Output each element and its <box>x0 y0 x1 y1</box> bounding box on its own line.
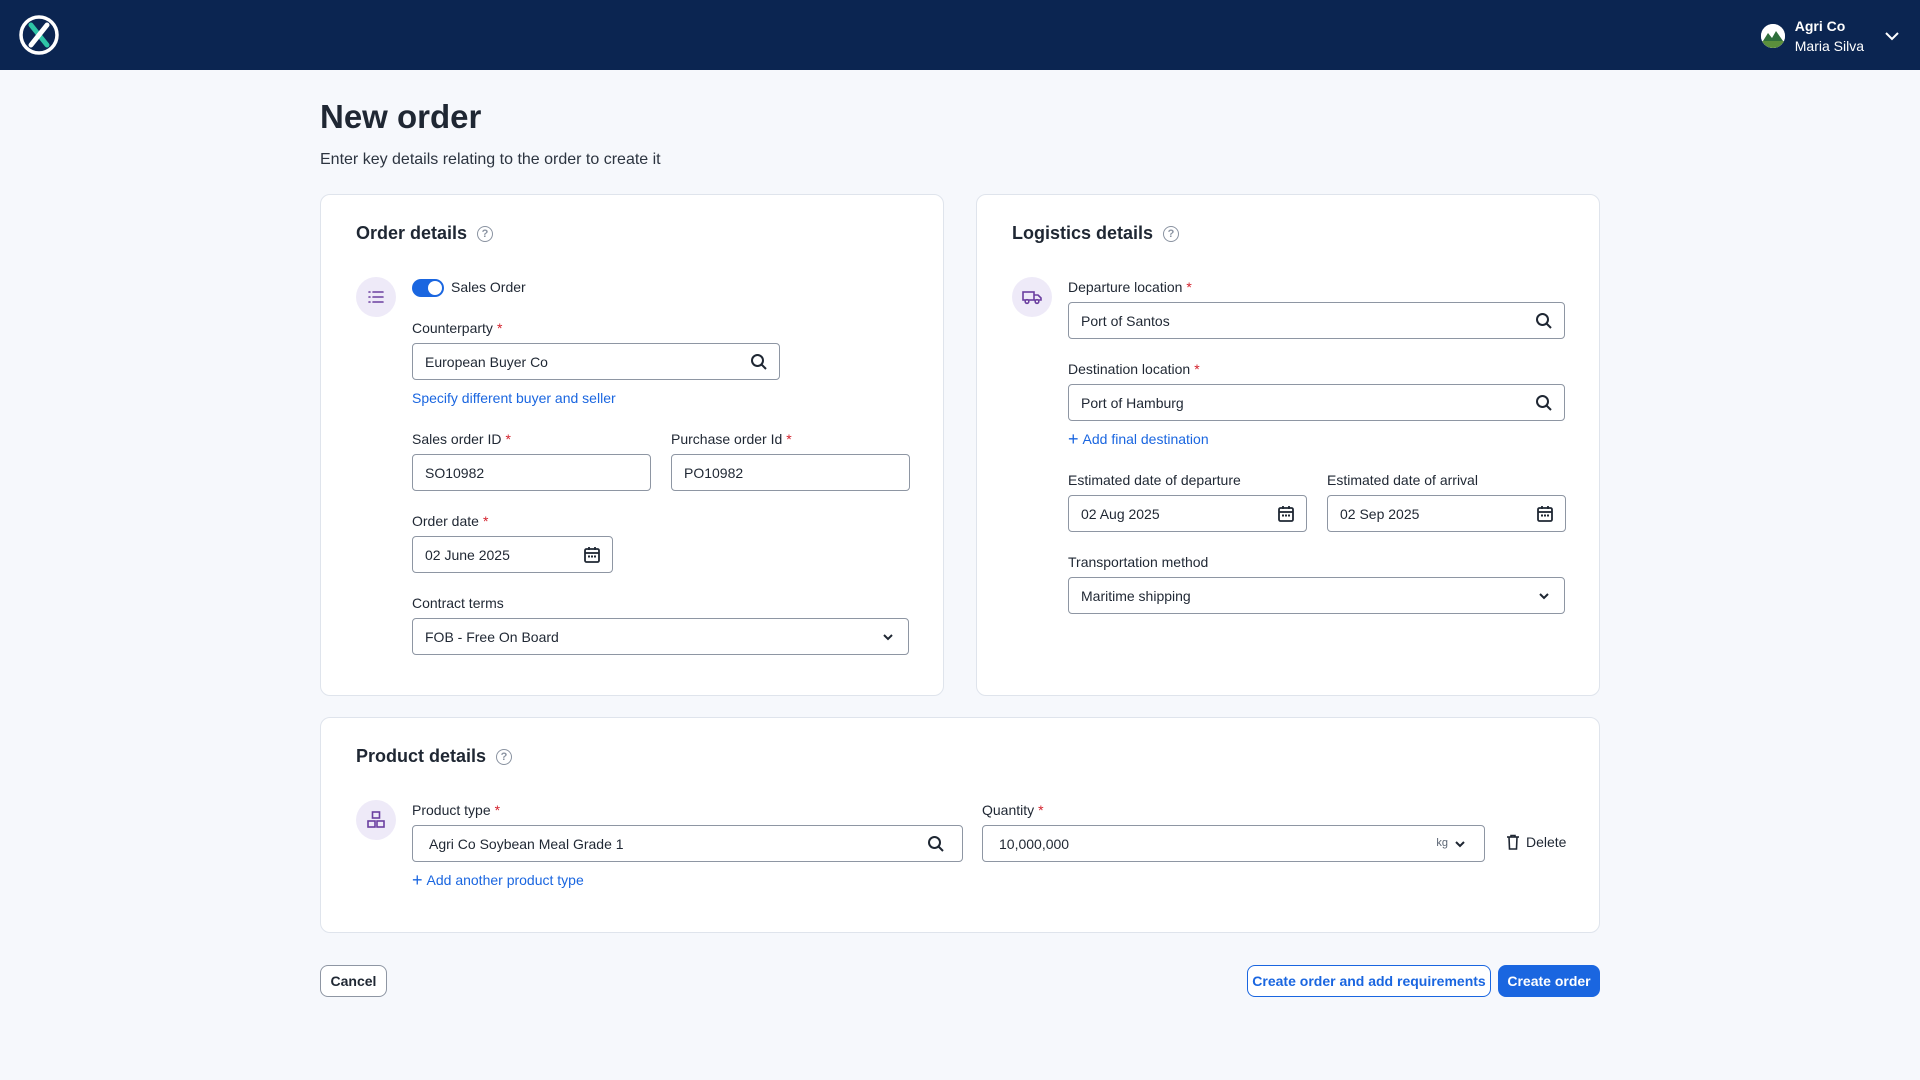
product-details-card: Product details ? Product type * Agri Co … <box>320 717 1600 933</box>
create-order-button[interactable]: Create order <box>1498 965 1600 997</box>
logistics-details-card: Logistics details ? Departure location * … <box>976 194 1600 696</box>
truck-icon <box>1012 277 1052 317</box>
app-logo-icon[interactable] <box>18 14 60 56</box>
search-icon[interactable] <box>926 834 946 854</box>
order-date-label: Order date <box>412 513 479 529</box>
list-icon <box>356 277 396 317</box>
chevron-down-icon[interactable] <box>878 627 898 647</box>
calendar-icon[interactable] <box>1276 504 1296 524</box>
sales-order-id-label: Sales order ID <box>412 431 502 447</box>
quantity-input[interactable]: 10,000,000 kg <box>982 825 1485 862</box>
est-departure-label: Estimated date of departure <box>1068 472 1241 488</box>
destination-location-label: Destination location <box>1068 361 1191 377</box>
purchase-order-id-input[interactable]: PO10982 <box>671 454 910 491</box>
account-menu[interactable]: Agri Co Maria Silva <box>1760 16 1902 56</box>
destination-location-input[interactable]: Port of Hamburg <box>1068 384 1565 421</box>
sales-order-id-input[interactable]: SO10982 <box>412 454 651 491</box>
purchase-order-id-label: Purchase order Id <box>671 431 783 447</box>
order-details-title: Order details <box>356 223 468 243</box>
est-arrival-label: Estimated date of arrival <box>1327 472 1478 488</box>
trash-icon <box>1507 834 1519 850</box>
product-type-label: Product type <box>412 802 491 818</box>
page-subtitle: Enter key details relating to the order … <box>320 151 661 168</box>
chevron-down-icon[interactable] <box>1882 26 1902 46</box>
add-final-destination-link[interactable]: + Add final destination <box>1068 429 1209 449</box>
help-icon[interactable]: ? <box>496 748 513 765</box>
cancel-button[interactable]: Cancel <box>320 965 387 997</box>
order-details-card: Order details ? Sales Order Counterparty… <box>320 194 944 696</box>
boxes-icon <box>356 800 396 840</box>
counterparty-input[interactable]: European Buyer Co <box>412 343 780 380</box>
contract-terms-label: Contract terms <box>412 595 504 611</box>
chevron-down-icon[interactable] <box>1534 586 1554 606</box>
product-type-input[interactable]: Agri Co Soybean Meal Grade 1 <box>412 825 963 862</box>
quantity-label: Quantity <box>982 802 1035 818</box>
chevron-down-icon[interactable] <box>1450 834 1470 854</box>
top-bar: Agri Co Maria Silva <box>0 0 1920 70</box>
contract-terms-select[interactable]: FOB - Free On Board <box>412 618 909 655</box>
quantity-unit-select[interactable]: kg <box>1436 837 1448 849</box>
create-order-add-requirements-button[interactable]: Create order and add requirements <box>1247 965 1491 997</box>
transportation-method-select[interactable]: Maritime shipping <box>1068 577 1565 614</box>
page-title: New order <box>320 98 482 135</box>
search-icon[interactable] <box>749 352 769 372</box>
calendar-icon[interactable] <box>1535 504 1555 524</box>
add-product-type-link[interactable]: + Add another product type <box>412 870 584 890</box>
order-date-input[interactable]: 02 June 2025 <box>412 536 613 573</box>
est-arrival-input[interactable]: 02 Sep 2025 <box>1327 495 1566 532</box>
search-icon[interactable] <box>1534 311 1554 331</box>
logistics-details-title: Logistics details <box>1012 223 1154 243</box>
account-user-name: Maria Silva <box>1794 38 1864 54</box>
help-icon[interactable]: ? <box>477 225 494 242</box>
account-company: Agri Co <box>1794 18 1846 34</box>
company-avatar <box>1760 24 1785 48</box>
sales-order-toggle[interactable] <box>412 279 444 297</box>
calendar-icon[interactable] <box>582 545 602 565</box>
transportation-method-label: Transportation method <box>1068 554 1209 570</box>
sales-order-toggle-label: Sales Order <box>451 279 526 295</box>
search-icon[interactable] <box>1534 393 1554 413</box>
departure-location-input[interactable]: Port of Santos <box>1068 302 1565 339</box>
est-departure-input[interactable]: 02 Aug 2025 <box>1068 495 1307 532</box>
delete-product-button[interactable]: Delete <box>1506 834 1566 850</box>
plus-icon: + <box>412 870 423 890</box>
product-details-title: Product details <box>356 746 487 766</box>
counterparty-label: Counterparty <box>412 320 493 336</box>
plus-icon: + <box>1068 429 1079 449</box>
departure-location-label: Departure location <box>1068 279 1183 295</box>
specify-buyer-seller-link[interactable]: Specify different buyer and seller <box>412 390 616 406</box>
help-icon[interactable]: ? <box>1163 225 1180 242</box>
